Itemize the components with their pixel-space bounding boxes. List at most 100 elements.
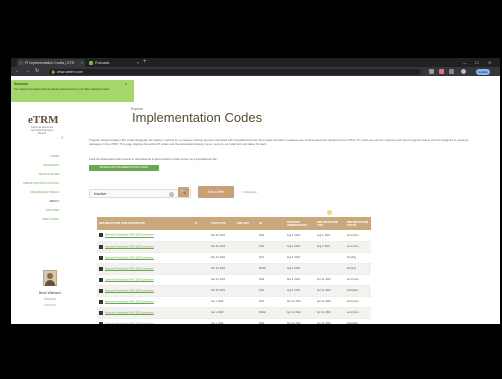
row-expand-icon[interactable]	[99, 255, 103, 260]
reload-icon[interactable]: ↻	[35, 67, 39, 76]
back-icon[interactable]: ←	[15, 67, 20, 76]
table-row[interactable]: Statewide Residential HVAC QM Downstream…	[97, 263, 371, 275]
profile-avatar-icon[interactable]	[461, 69, 466, 74]
sidebar: eTRM California Electronic Technical Ref…	[11, 76, 73, 324]
sidebar-item-explore[interactable]: EXPLORE	[15, 209, 59, 212]
tab-label: Podcasts	[95, 61, 110, 65]
avatar[interactable]	[43, 270, 57, 286]
table-cell: Apr 14, 2022	[285, 307, 315, 319]
table-cell: Aug 3, 2022	[315, 241, 345, 253]
code-description-link[interactable]: Statewide Residential HVAC QM Downstream	[97, 318, 193, 324]
sidebar-item-search-etrm[interactable]: SEARCH ETRM	[15, 173, 59, 176]
code-description-text[interactable]: Statewide Residential HVAC QM Downstream	[105, 289, 154, 292]
table-row[interactable]: Statewide Residential HVAC QM Downstream…	[97, 296, 371, 308]
close-tab-icon[interactable]: ×	[137, 59, 139, 67]
cell-value: Jan 1, 2022	[211, 311, 224, 314]
cell-value: Aug 3, 2022	[287, 267, 300, 270]
code-description-text[interactable]: Statewide Residential HVAC QM Downstream	[105, 245, 154, 248]
code-description-text[interactable]: Statewide Residential HVAC QM Downstream	[105, 322, 154, 324]
row-expand-icon[interactable]	[99, 299, 103, 304]
table-row[interactable]: Statewide Residential HVAC QM Downstream…	[97, 318, 371, 324]
browser-update-button[interactable]: Update	[476, 68, 490, 75]
column-header[interactable]: IMPLEMENTATION TYPE	[315, 217, 345, 230]
table-row[interactable]: Statewide Residential HVAC QM Downstream…	[97, 230, 371, 242]
code-description-link[interactable]: Statewide Residential HVAC QM Downstream	[97, 274, 193, 286]
sidebar-item-about[interactable]: ABOUT	[15, 200, 59, 203]
add-filter-button[interactable]: Add a filter	[198, 186, 234, 198]
code-description-text[interactable]: Statewide Residential HVAC QM Downstream	[105, 234, 154, 237]
minimize-icon[interactable]: —	[463, 58, 467, 67]
sidebar-item-measures[interactable]: MEASURES	[15, 164, 59, 167]
extension-icon[interactable]	[449, 69, 454, 74]
web-page: eTRM California Electronic Technical Ref…	[11, 76, 500, 324]
extension-icon[interactable]	[439, 69, 444, 74]
search-button[interactable]: 🔍	[178, 187, 189, 197]
row-expand-icon[interactable]	[99, 277, 103, 282]
search-icon[interactable]: ⌕	[61, 135, 64, 141]
table-cell: Jan 1, 2022	[209, 296, 235, 308]
code-description-link[interactable]: Statewide Residential HVAC QM Downstream	[97, 285, 193, 297]
column-header[interactable]: IMPLEMENTATION CODE DESCRIPTION	[97, 217, 193, 230]
code-description-text[interactable]: Statewide Residential HVAC QM Downstream	[105, 311, 154, 314]
cell-value: SCG	[259, 300, 265, 303]
row-expand-icon[interactable]	[99, 288, 103, 293]
code-description-link[interactable]: Statewide Residential HVAC QM Downstream	[97, 296, 193, 308]
indicators-toggle[interactable]: ○ Indicators	[241, 189, 257, 195]
sidebar-item-user-guide[interactable]: USER GUIDE	[15, 218, 59, 221]
row-expand-icon[interactable]	[99, 321, 103, 324]
column-header[interactable]: IMPLEMENTATION STATUS	[345, 217, 371, 230]
cell-value: Nov 16, 2021	[211, 245, 226, 248]
maximize-icon[interactable]: ☐	[475, 58, 479, 67]
column-header[interactable]: PROGRAM ADMINISTRATOR	[285, 217, 315, 230]
code-description-link[interactable]: Statewide Residential HVAC QM Downstream	[97, 263, 193, 275]
table-cell: PGE	[257, 230, 285, 242]
extension-icon[interactable]	[429, 69, 434, 74]
table-cell: Complete	[345, 274, 371, 286]
new-tab-button[interactable]: +	[143, 58, 147, 67]
close-tab-icon[interactable]: ×	[81, 59, 83, 67]
code-description-link[interactable]: Statewide Residential HVAC QM Downstream	[97, 307, 193, 319]
table-row[interactable]: Statewide Residential HVAC QM Downstream…	[97, 252, 371, 264]
code-description-text[interactable]: Statewide Residential HVAC QM Downstream	[105, 300, 154, 303]
screen-frame: PI Implementation Codes | ETR × Podcasts…	[11, 58, 500, 324]
column-header[interactable]: PA	[257, 217, 285, 230]
url-bar[interactable]: 🔒 www.caetrm.com	[49, 68, 421, 75]
row-expand-icon[interactable]	[99, 310, 103, 315]
browser-tab-podcasts[interactable]: Podcasts ×	[87, 59, 141, 67]
row-expand-icon[interactable]	[99, 266, 103, 271]
close-icon[interactable]: ×	[125, 81, 127, 86]
table-row[interactable]: Statewide Residential HVAC QM Downstream…	[97, 285, 371, 297]
code-description-link[interactable]: Statewide Residential HVAC QM Downstream	[97, 241, 193, 253]
sidebar-item-permutations[interactable]: PERMUTATIONS CATALOG	[15, 182, 59, 185]
column-header[interactable]: START DATE	[209, 217, 235, 230]
browser-tab-etrm[interactable]: PI Implementation Codes | ETR ×	[17, 59, 85, 67]
clear-icon[interactable]: ×	[169, 191, 174, 197]
code-description-link[interactable]: Statewide Residential HVAC QM Downstream	[97, 252, 193, 264]
logout-link[interactable]: LOG OUT	[33, 304, 67, 307]
download-button[interactable]: DOWNLOAD IMPLEMENTATION CODES	[89, 165, 159, 171]
table-row[interactable]: Statewide Residential HVAC QM Downstream…	[97, 241, 371, 253]
forward-icon[interactable]: →	[25, 67, 30, 76]
sidebar-item-home[interactable]: HOME	[15, 155, 59, 158]
etrm-logo[interactable]: eTRM	[28, 114, 59, 126]
table-cell	[193, 296, 209, 308]
column-header[interactable]: PI	[193, 217, 209, 230]
table-row[interactable]: Statewide Residential HVAC QM Downstream…	[97, 307, 371, 319]
column-header[interactable]: END DATE	[235, 217, 257, 230]
table-row[interactable]: Statewide Residential HVAC QM Downstream…	[97, 274, 371, 286]
table-cell: PGE	[257, 318, 285, 324]
code-description-text[interactable]: Statewide Residential HVAC QM Downstream	[105, 267, 154, 270]
table-cell: SCE	[257, 241, 285, 253]
search-input[interactable]: Inactive ×	[89, 189, 191, 198]
code-description-text[interactable]: Statewide Residential HVAC QM Downstream	[105, 278, 154, 281]
code-description-text[interactable]: Statewide Residential HVAC QM Downstream	[105, 256, 154, 259]
row-expand-icon[interactable]	[99, 233, 103, 238]
profile-link[interactable]: PROFILE	[33, 298, 67, 301]
cell-value: Aug 3, 2022	[287, 245, 300, 248]
row-expand-icon[interactable]	[99, 244, 103, 249]
code-description-link[interactable]: Statewide Residential HVAC QM Downstream	[97, 230, 193, 242]
table-cell: Nov 16, 2021	[209, 252, 235, 264]
avatar-body	[45, 280, 55, 286]
sidebar-item-reference-tables[interactable]: REFERENCE TABLES	[15, 191, 60, 194]
close-window-icon[interactable]: ✕	[488, 58, 491, 67]
